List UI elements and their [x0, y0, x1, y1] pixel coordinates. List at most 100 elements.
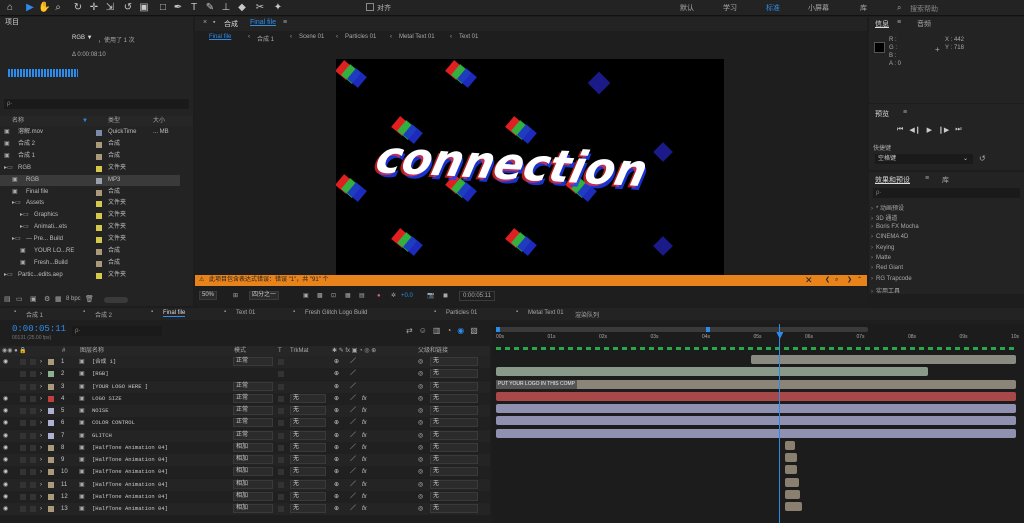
zoom-tool-icon[interactable]: ⌕: [52, 2, 64, 14]
workspace-tab-small-screen[interactable]: 小屏幕: [808, 3, 829, 13]
anchor-icon[interactable]: ⊕: [334, 479, 339, 491]
blend-mode-dropdown[interactable]: 正常: [233, 430, 273, 440]
anchor-icon[interactable]: ⊕: [334, 381, 339, 393]
view-options-icon[interactable]: ▤: [359, 289, 365, 303]
quality-icon[interactable]: ／: [350, 405, 356, 417]
track-matte-dropdown[interactable]: 无: [290, 479, 326, 489]
effects-search-input[interactable]: ρ·: [873, 188, 1020, 198]
label-color[interactable]: [96, 237, 102, 244]
effects-category[interactable]: › 3D 通道: [871, 213, 897, 222]
exposure-value[interactable]: +0.0: [401, 289, 413, 303]
track-matte-dropdown[interactable]: 无: [290, 393, 326, 403]
parent-dropdown[interactable]: 无: [430, 430, 478, 440]
column-size[interactable]: 大小: [153, 116, 165, 126]
eye-icon[interactable]: ◉: [3, 430, 8, 442]
timeline-tab[interactable]: Fresh Glitch Logo Build: [305, 310, 367, 316]
label-color[interactable]: [48, 457, 54, 463]
panel-menu-icon[interactable]: ≡: [897, 19, 901, 26]
preserve-transparency-box[interactable]: [278, 371, 284, 378]
preserve-transparency-box[interactable]: [278, 506, 284, 512]
blend-mode-dropdown[interactable]: 相加: [233, 479, 273, 489]
anchor-icon[interactable]: ⊕: [334, 417, 339, 429]
layer-duration-bar[interactable]: [784, 453, 797, 462]
graph-editor-icon[interactable]: ◉: [457, 326, 464, 335]
column-layer-name[interactable]: 图层名称: [80, 346, 104, 356]
anchor-icon[interactable]: ⊕: [334, 466, 339, 478]
timeline-timecode[interactable]: 0:00:05:11: [12, 324, 66, 334]
expand-icon[interactable]: ›: [40, 393, 42, 405]
time-ruler[interactable]: 00s 01s 02s 03s 04s 05s 06s 07s 08s 09s 10s: [492, 334, 1022, 344]
zoom-dropdown[interactable]: 50%: [199, 291, 218, 300]
lock-box[interactable]: [30, 432, 36, 439]
snapshot-icon[interactable]: 📷: [427, 289, 434, 303]
project-item[interactable]: ▸▭ Graphics 文件夹: [0, 210, 180, 222]
eye-icon[interactable]: ◉: [3, 491, 8, 503]
label-color[interactable]: [96, 189, 102, 196]
layer-name[interactable]: LOGO SIZE: [92, 393, 122, 405]
label-color[interactable]: [96, 153, 102, 160]
label-color[interactable]: [48, 420, 54, 427]
label-color[interactable]: [48, 506, 54, 512]
home-icon[interactable]: ⌂: [4, 2, 16, 14]
lock-box[interactable]: [30, 457, 36, 463]
layer-duration-bar[interactable]: [496, 416, 1016, 426]
project-item[interactable]: ▣ 合成 2 合成: [0, 139, 180, 151]
preserve-transparency-box[interactable]: [278, 457, 284, 463]
solo-box[interactable]: [20, 408, 26, 414]
settings-icon[interactable]: ⚙: [44, 295, 50, 303]
timeline-tab[interactable]: Text 01: [236, 310, 255, 316]
parent-dropdown[interactable]: 无: [430, 418, 478, 428]
timeline-tab[interactable]: Particles 01: [446, 310, 477, 316]
label-color[interactable]: [96, 130, 102, 136]
prev-frame-icon[interactable]: ◀❙: [909, 126, 920, 134]
project-item[interactable]: ▸▭ Animati...ets 文件夹: [0, 222, 180, 234]
quality-icon[interactable]: ／: [350, 466, 356, 478]
label-color[interactable]: [96, 141, 102, 148]
fx-icon[interactable]: fx: [362, 417, 367, 429]
prev-error-icon[interactable]: ❮: [825, 275, 830, 286]
blend-mode-dropdown[interactable]: 正常: [233, 393, 273, 403]
track-matte-dropdown[interactable]: 无: [290, 455, 326, 464]
layer-name[interactable]: GLITCH: [92, 430, 112, 442]
reset-icon[interactable]: ↺: [979, 154, 986, 163]
preserve-transparency-box[interactable]: [278, 383, 284, 390]
lock-box[interactable]: [30, 493, 36, 500]
parent-dropdown[interactable]: 无: [430, 406, 478, 415]
layer-row[interactable]: ◉ › 4 ▣ LOGO SIZE 正常 无 ⊕ ／ fx ◎ 无: [0, 392, 490, 405]
track-matte-dropdown[interactable]: 无: [290, 442, 326, 452]
blend-mode-dropdown[interactable]: 正常: [233, 406, 273, 415]
pickwhip-icon[interactable]: ◎: [418, 454, 423, 466]
grid-icon[interactable]: ▦: [345, 289, 351, 303]
preserve-transparency-box[interactable]: [278, 444, 284, 451]
timeline-search-input[interactable]: ρ·: [72, 326, 162, 336]
help-search-input[interactable]: 搜索帮助: [910, 4, 938, 14]
work-area-end[interactable]: [706, 327, 710, 332]
blend-mode-dropdown[interactable]: 正常: [233, 357, 273, 366]
label-color[interactable]: [48, 469, 54, 476]
expand-icon[interactable]: ›: [40, 417, 42, 429]
eye-icon[interactable]: ◉: [3, 393, 8, 405]
expand-icon[interactable]: ›: [40, 381, 42, 393]
rectangle-tool-icon[interactable]: □: [157, 2, 169, 14]
quality-icon[interactable]: ／: [350, 491, 356, 503]
label-color[interactable]: [48, 444, 54, 451]
solo-box[interactable]: [20, 506, 26, 512]
lock-box[interactable]: [30, 469, 36, 476]
orbit-tool-icon[interactable]: ↻: [72, 2, 84, 14]
type-tool-icon[interactable]: T: [188, 2, 200, 14]
layer-duration-bar[interactable]: [496, 428, 1016, 438]
solo-box[interactable]: [20, 469, 26, 476]
layer-name[interactable]: COLOR CONTROL: [92, 417, 135, 429]
preserve-transparency-box[interactable]: [278, 395, 284, 402]
solo-box[interactable]: [20, 371, 26, 378]
preserve-transparency-box[interactable]: [278, 432, 284, 439]
eye-icon[interactable]: ◉: [3, 466, 8, 478]
solo-box[interactable]: [20, 493, 26, 500]
fx-icon[interactable]: fx: [362, 479, 367, 491]
anchor-icon[interactable]: ⊕: [334, 491, 339, 503]
pickwhip-icon[interactable]: ◎: [418, 405, 423, 417]
transparency-grid-icon[interactable]: ▩: [317, 289, 323, 303]
pickwhip-icon[interactable]: ◎: [418, 442, 423, 454]
expand-icon[interactable]: ›: [40, 479, 42, 491]
delete-icon[interactable]: ▦: [55, 295, 62, 303]
